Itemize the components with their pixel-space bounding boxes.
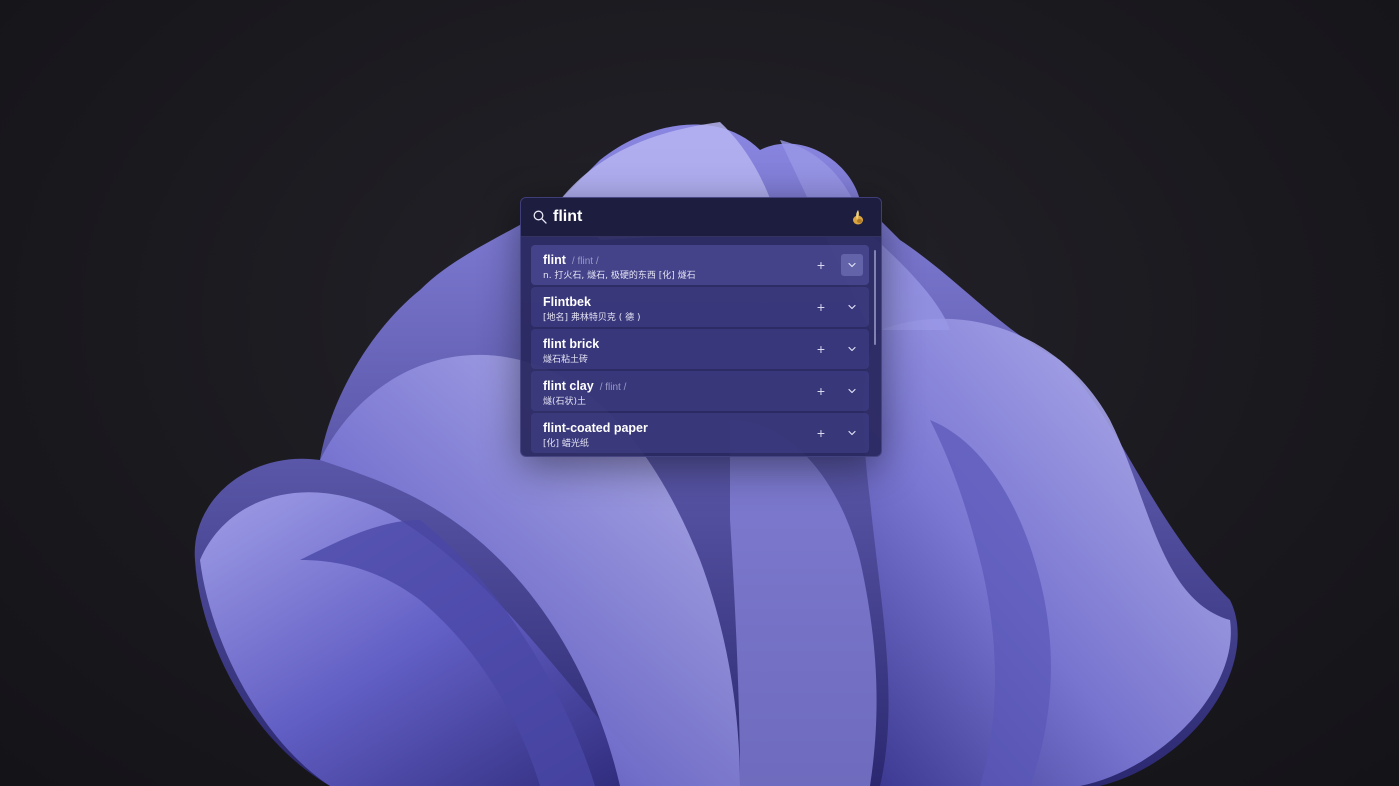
result-item[interactable]: Flintbek [地名] 弗林特贝克 ( 德 ) +	[531, 287, 869, 327]
word-line: flint-coated paper	[543, 419, 654, 435]
add-to-wordbook-button[interactable]: +	[811, 297, 831, 317]
result-word: flint clay	[543, 379, 594, 393]
result-word: flint-coated paper	[543, 421, 648, 435]
search-bar	[521, 198, 881, 237]
scrollbar-thumb[interactable]	[874, 250, 876, 345]
desktop: flint/ flint /n. 打火石, 燧石, 极硬的东西 [化] 燧石+F…	[0, 0, 1399, 786]
word-line: flint / flint /	[543, 251, 599, 267]
result-word: flint brick	[543, 337, 600, 351]
expand-button[interactable]	[841, 254, 863, 276]
expand-button[interactable]	[841, 338, 863, 360]
result-item[interactable]: flint brick 燧石粘土砖 +	[531, 329, 869, 369]
result-definition: [地名] 弗林特贝克 ( 德 )	[543, 313, 641, 323]
chevron-down-icon	[848, 262, 856, 268]
result-definition: n. 打火石, 燧石, 极硬的东西 [化] 燧石	[543, 271, 696, 281]
result-phonetic: / flint /	[599, 382, 627, 393]
dictionary-popup: flint/ flint /n. 打火石, 燧石, 极硬的东西 [化] 燧石+F…	[520, 197, 882, 457]
word-line: Flintbek	[543, 293, 597, 309]
search-input[interactable]	[553, 206, 833, 228]
scrollbar[interactable]	[874, 250, 877, 450]
result-item[interactable]: flint-coated paper [化] 蜡光纸 +	[531, 413, 869, 453]
result-item[interactable]: flint / flint / n. 打火石, 燧石, 极硬的东西 [化] 燧石 +	[531, 245, 869, 285]
result-word: Flintbek	[543, 295, 591, 309]
expand-button[interactable]	[841, 422, 863, 444]
chevron-down-icon	[848, 388, 856, 394]
word-line: flint clay / flint /	[543, 377, 626, 393]
search-icon	[533, 210, 547, 224]
chevron-down-icon	[848, 430, 856, 436]
add-to-wordbook-button[interactable]: +	[811, 381, 831, 401]
result-definition: 燧石粘土砖	[543, 355, 589, 365]
app-icon[interactable]	[849, 208, 867, 226]
result-phonetic: / flint /	[571, 256, 599, 267]
add-to-wordbook-button[interactable]: +	[811, 339, 831, 359]
chevron-down-icon	[848, 346, 856, 352]
result-item[interactable]: flint clay / flint / 燧(石状)土 +	[531, 371, 869, 411]
result-definition: 燧(石状)土	[543, 397, 587, 407]
expand-button[interactable]	[841, 296, 863, 318]
result-word: flint	[543, 253, 566, 267]
result-definition: [化] 蜡光纸	[543, 439, 589, 449]
add-to-wordbook-button[interactable]: +	[811, 255, 831, 275]
word-line: flint brick	[543, 335, 605, 351]
chevron-down-icon	[848, 304, 856, 310]
expand-button[interactable]	[841, 380, 863, 402]
results-list: flint / flint / n. 打火石, 燧石, 极硬的东西 [化] 燧石 + F…	[531, 245, 869, 456]
add-to-wordbook-button[interactable]: +	[811, 423, 831, 443]
